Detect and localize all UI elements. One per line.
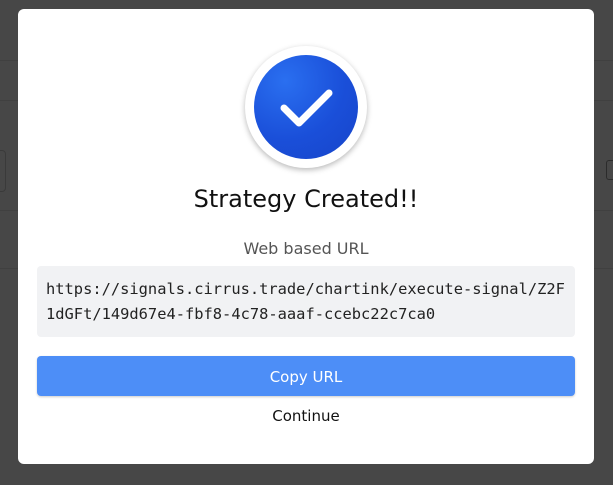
check-icon (280, 89, 333, 127)
success-badge (245, 46, 367, 168)
strategy-created-dialog: Strategy Created!! Web based URL https:/… (18, 9, 594, 464)
continue-button[interactable]: Continue (18, 407, 594, 425)
url-display[interactable]: https://signals.cirrus.trade/chartink/ex… (37, 266, 575, 337)
success-badge-fill (254, 55, 358, 159)
url-text[interactable]: https://signals.cirrus.trade/chartink/ex… (46, 277, 567, 327)
dialog-title: Strategy Created!! (193, 185, 419, 213)
url-label: Web based URL (243, 239, 369, 258)
copy-url-button[interactable]: Copy URL (37, 356, 575, 396)
